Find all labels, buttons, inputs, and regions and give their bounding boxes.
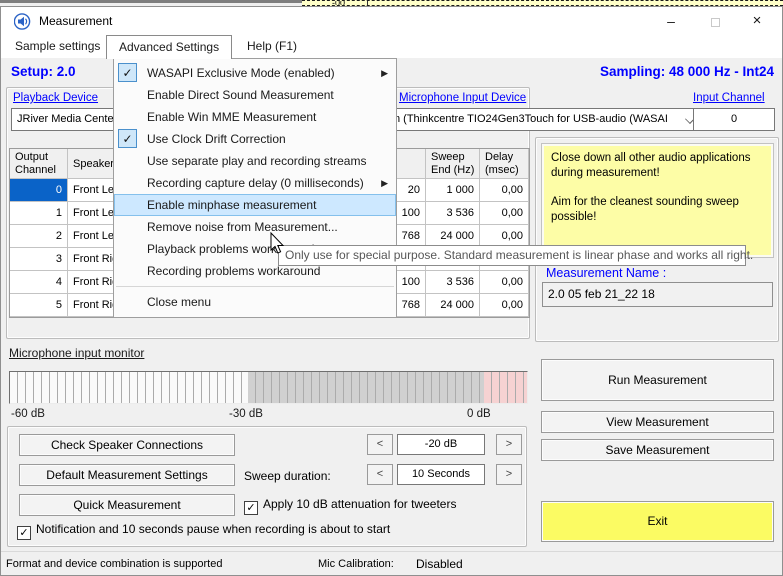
minimize-button[interactable]: – [650, 7, 692, 35]
status-text: Format and device combination is support… [6, 558, 222, 570]
menubar: Sample settings Advanced Settings Help (… [1, 35, 782, 58]
sampling-heading: Sampling: 48 000 Hz - Int24 [600, 64, 774, 79]
mic-input-device-link[interactable]: Microphone Input Device [399, 92, 526, 104]
level-down-button[interactable]: < [367, 434, 393, 455]
level-up-button[interactable]: > [496, 434, 522, 455]
cell-end[interactable]: 3 536 [426, 271, 480, 294]
view-measurement-button[interactable]: View Measurement [541, 411, 774, 433]
maximize-button[interactable] [694, 7, 736, 35]
statusbar: Format and device combination is support… [1, 551, 782, 575]
cell-delay[interactable]: 0,00 [480, 294, 529, 317]
measurement-name-label: Measurement Name : [546, 266, 666, 280]
close-button[interactable]: × [736, 7, 778, 35]
meter-clip-zone [484, 372, 527, 403]
menu-item-minphase[interactable]: Enable minphase measurement [114, 194, 396, 216]
meter-tick-mid: -30 dB [229, 408, 263, 420]
notification-label: Notification and 10 seconds pause when r… [36, 522, 390, 536]
measurement-name-field[interactable]: 2.0 05 feb 21_22 18 [542, 282, 773, 307]
cell-channel[interactable]: 3 [10, 248, 68, 271]
attenuation-checkbox[interactable]: ✓ Apply 10 dB attenuation for tweeters [244, 497, 456, 515]
cell-delay[interactable]: 0,00 [480, 179, 529, 202]
cell-channel[interactable]: 1 [10, 202, 68, 225]
sweep-duration-label: Sweep duration: [244, 469, 331, 483]
meter-mid-zone [248, 372, 484, 403]
screen: -00 Measurement – × Sample settings Adva… [0, 0, 783, 576]
mic-level-meter [9, 371, 528, 404]
input-channel-link[interactable]: Input Channel [693, 92, 765, 104]
cell-end[interactable]: 1 000 [426, 179, 480, 202]
meter-tick-min: -60 dB [11, 408, 45, 420]
default-measurement-settings-button[interactable]: Default Measurement Settings [19, 464, 235, 486]
cell-end[interactable]: 24 000 [426, 294, 480, 317]
col-output-channel[interactable]: OutputChannel [10, 149, 68, 179]
menu-item-clock-drift[interactable]: ✓ Use Clock Drift Correction [114, 128, 396, 150]
submenu-arrow-icon: ▶ [381, 172, 388, 194]
duration-up-button[interactable]: > [496, 464, 522, 485]
menu-check-icon: ✓ [118, 129, 137, 148]
window-title: Measurement [39, 14, 112, 28]
notification-checkbox[interactable]: ✓ Notification and 10 seconds pause when … [17, 522, 390, 540]
cell-end[interactable]: 3 536 [426, 202, 480, 225]
minimize-icon: – [667, 13, 675, 29]
menu-item-wasapi[interactable]: ✓ WASAPI Exclusive Mode (enabled) ▶ [114, 62, 396, 84]
mic-input-device-value: n (Thinkcentre TIO24Gen3Touch for USB-au… [394, 113, 668, 125]
quick-measurement-button[interactable]: Quick Measurement [19, 494, 235, 516]
menu-item-close-menu[interactable]: Close menu [114, 291, 396, 313]
meter-low-zone [10, 372, 248, 403]
menu-separator [116, 286, 394, 287]
playback-device-value: JRiver Media Cente [17, 113, 114, 125]
background-window-edge [0, 0, 302, 3]
menu-help[interactable]: Help (F1) [235, 35, 309, 58]
info-panel: Close down all other audio applications … [542, 144, 773, 257]
duration-down-button[interactable]: < [367, 464, 393, 485]
checkbox-checked-icon[interactable]: ✓ [244, 501, 258, 515]
info-line-2: Aim for the cleanest sounding sweep poss… [551, 195, 764, 225]
attenuation-label: Apply 10 dB attenuation for tweeters [263, 497, 456, 511]
run-measurement-button[interactable]: Run Measurement [541, 359, 774, 401]
cell-channel[interactable]: 5 [10, 294, 68, 317]
menu-item-capture-delay[interactable]: Recording capture delay (0 milliseconds)… [114, 172, 396, 194]
save-measurement-button[interactable]: Save Measurement [541, 439, 774, 461]
setup-heading: Setup: 2.0 [11, 64, 76, 79]
mic-calibration-value: Disabled [416, 557, 463, 571]
exit-button[interactable]: Exit [541, 501, 774, 542]
close-icon: × [753, 12, 762, 29]
titlebar[interactable]: Measurement – × [1, 7, 782, 35]
input-channel-field[interactable]: 0 [693, 108, 775, 131]
col-delay[interactable]: Delay(msec) [480, 149, 529, 179]
menu-advanced-settings[interactable]: Advanced Settings [106, 35, 232, 59]
meter-tick-max: 0 dB [467, 408, 491, 420]
menu-sample-settings[interactable]: Sample settings [3, 35, 112, 58]
mic-calibration-label: Mic Calibration: [318, 558, 394, 570]
maximize-icon [711, 18, 720, 27]
checkbox-checked-icon[interactable]: ✓ [17, 526, 31, 540]
cell-channel[interactable]: 2 [10, 225, 68, 248]
cell-channel[interactable]: 0 [10, 179, 68, 202]
cell-delay[interactable]: 0,00 [480, 202, 529, 225]
menu-check-icon: ✓ [118, 63, 137, 82]
measurement-window: Measurement – × Sample settings Advanced… [0, 6, 783, 576]
menu-item-separate-streams[interactable]: Use separate play and recording streams [114, 150, 396, 172]
info-line-1: Close down all other audio applications … [551, 151, 764, 181]
mouse-cursor-icon [268, 232, 286, 256]
advanced-settings-menu: ✓ WASAPI Exclusive Mode (enabled) ▶ Enab… [113, 58, 397, 318]
duration-field[interactable]: 10 Seconds [397, 464, 485, 485]
col-sweep-end[interactable]: SweepEnd (Hz) [426, 149, 480, 179]
level-field[interactable]: -20 dB [397, 434, 485, 455]
tooltip: Only use for special purpose. Standard m… [278, 245, 746, 266]
cell-delay[interactable]: 0,00 [480, 271, 529, 294]
cell-channel[interactable]: 4 [10, 271, 68, 294]
check-speaker-connections-button[interactable]: Check Speaker Connections [19, 434, 235, 456]
menu-item-remove-noise[interactable]: Remove noise from Measurement... [114, 216, 396, 238]
playback-device-link[interactable]: Playback Device [13, 92, 98, 104]
submenu-arrow-icon: ▶ [381, 62, 388, 84]
app-speaker-icon [14, 13, 31, 30]
menu-item-win-mme[interactable]: Enable Win MME Measurement [114, 106, 396, 128]
mic-monitor-label[interactable]: Microphone input monitor [9, 346, 144, 360]
menu-item-direct-sound[interactable]: Enable Direct Sound Measurement [114, 84, 396, 106]
